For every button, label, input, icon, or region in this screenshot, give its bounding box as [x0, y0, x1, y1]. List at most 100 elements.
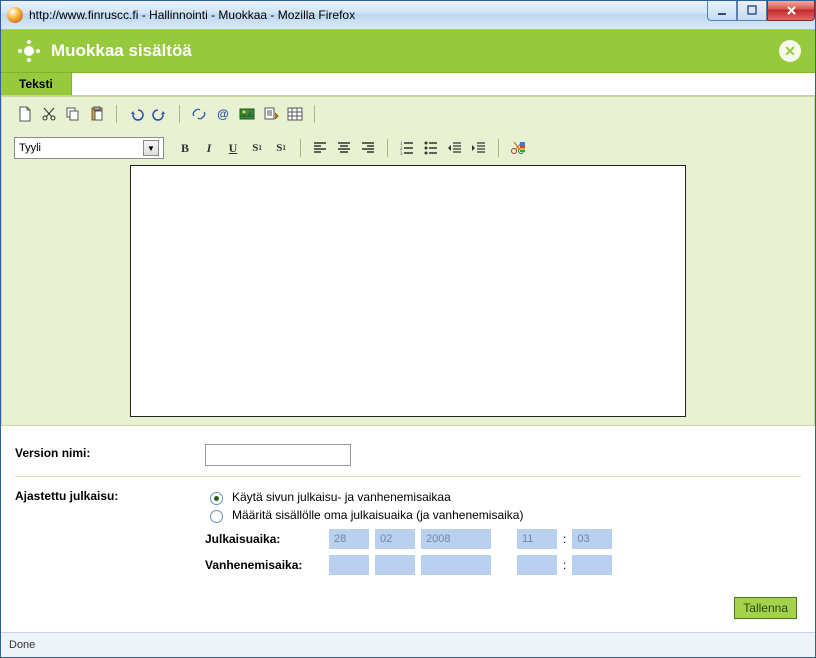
content-editor[interactable] [130, 165, 686, 417]
minimize-button[interactable] [707, 1, 737, 21]
separator [314, 105, 315, 123]
editor-panel: @ Tyyli ▼ B I U S1 S1 [1, 96, 815, 426]
save-button[interactable]: Tallenna [734, 597, 797, 619]
time-colon: : [563, 558, 566, 572]
divider [15, 476, 801, 477]
content-body: Teksti @ Tyyli [1, 73, 815, 632]
window-buttons [707, 1, 815, 21]
toolbar-row-2: Tyyli ▼ B I U S1 S1 123 [10, 131, 806, 165]
page-header: Muokkaa sisältöä ✕ [1, 30, 815, 73]
maximize-button[interactable] [737, 1, 767, 21]
paste-button[interactable] [86, 103, 108, 125]
radio-custom-schedule-label: Määritä sisällölle oma julkaisuaika (ja … [232, 508, 523, 522]
publish-year[interactable] [421, 529, 491, 549]
table-button[interactable] [284, 103, 306, 125]
superscript-button[interactable]: S1 [246, 137, 268, 159]
align-left-button[interactable] [309, 137, 331, 159]
table-icon [287, 106, 303, 122]
align-center-button[interactable] [333, 137, 355, 159]
window-title: http://www.finruscc.fi - Hallinnointi - … [29, 8, 355, 22]
radio-use-page-schedule-label: Käytä sivun julkaisu- ja vanhenemisaikaa [232, 490, 451, 504]
copy-icon [65, 106, 81, 122]
tabs: Teksti [1, 73, 815, 96]
attachment-icon [263, 106, 279, 122]
outdent-button[interactable] [444, 137, 466, 159]
link-button[interactable] [188, 103, 210, 125]
scheduled-label: Ajastettu julkaisu: [15, 487, 205, 503]
style-select-label: Tyyli [19, 142, 41, 154]
time-colon: : [563, 532, 566, 546]
tab-text[interactable]: Teksti [1, 73, 72, 95]
titlebar[interactable]: http://www.finruscc.fi - Hallinnointi - … [1, 1, 815, 30]
page-title: Muokkaa sisältöä [51, 41, 192, 61]
version-name-input[interactable] [205, 444, 351, 466]
separator [179, 105, 180, 123]
svg-text:3: 3 [400, 152, 403, 156]
maximize-icon [746, 4, 759, 17]
status-bar: Done [1, 632, 815, 657]
clipboard-icon [89, 106, 105, 122]
dropdown-arrow-icon: ▼ [143, 140, 159, 156]
bold-button[interactable]: B [174, 137, 196, 159]
publish-time-label: Julkaisuaika: [205, 532, 323, 546]
expire-time-label: Vanhenemisaika: [205, 558, 323, 572]
form-area: Version nimi: Ajastettu julkaisu: Käytä … [1, 426, 815, 631]
separator [387, 139, 388, 157]
separator [300, 139, 301, 157]
italic-button[interactable]: I [198, 137, 220, 159]
close-window-button[interactable] [767, 1, 815, 21]
cut-button[interactable] [38, 103, 60, 125]
ordered-list-button[interactable]: 123 [396, 137, 418, 159]
close-icon [785, 4, 798, 17]
new-document-button[interactable] [14, 103, 36, 125]
version-name-label: Version nimi: [15, 444, 205, 460]
toolbar-row-1: @ [10, 97, 806, 131]
outdent-icon [447, 140, 463, 156]
email-link-button[interactable]: @ [212, 103, 234, 125]
publish-minute[interactable] [572, 529, 612, 549]
unordered-list-button[interactable] [420, 137, 442, 159]
expire-month[interactable] [375, 555, 415, 575]
expire-minute[interactable] [572, 555, 612, 575]
redo-icon [152, 106, 168, 122]
link-icon [191, 106, 207, 122]
remove-format-button[interactable] [507, 137, 529, 159]
indent-icon [471, 140, 487, 156]
expire-year[interactable] [421, 555, 491, 575]
indent-button[interactable] [468, 137, 490, 159]
expire-day[interactable] [329, 555, 369, 575]
publish-day[interactable] [329, 529, 369, 549]
image-button[interactable] [236, 103, 258, 125]
separator [116, 105, 117, 123]
firefox-icon [7, 7, 23, 23]
align-left-icon [312, 140, 328, 156]
separator [498, 139, 499, 157]
document-icon [17, 106, 33, 122]
status-text: Done [9, 639, 35, 651]
image-icon [239, 106, 255, 122]
expire-hour[interactable] [517, 555, 557, 575]
header-logo-icon [15, 37, 43, 65]
remove-format-icon [510, 140, 526, 156]
radio-use-page-schedule[interactable] [210, 492, 223, 505]
minimize-icon [716, 4, 729, 17]
attachment-button[interactable] [260, 103, 282, 125]
browser-window: http://www.finruscc.fi - Hallinnointi - … [0, 0, 816, 658]
redo-button[interactable] [149, 103, 171, 125]
subscript-button[interactable]: S1 [270, 137, 292, 159]
style-select[interactable]: Tyyli ▼ [14, 137, 164, 159]
close-dialog-button[interactable]: ✕ [779, 40, 801, 62]
ordered-list-icon: 123 [399, 140, 415, 156]
undo-button[interactable] [125, 103, 147, 125]
underline-button[interactable]: U [222, 137, 244, 159]
unordered-list-icon [423, 140, 439, 156]
undo-icon [128, 106, 144, 122]
publish-month[interactable] [375, 529, 415, 549]
align-center-icon [336, 140, 352, 156]
align-right-button[interactable] [357, 137, 379, 159]
radio-custom-schedule[interactable] [210, 510, 223, 523]
align-right-icon [360, 140, 376, 156]
scissors-icon [41, 106, 57, 122]
publish-hour[interactable] [517, 529, 557, 549]
copy-button[interactable] [62, 103, 84, 125]
